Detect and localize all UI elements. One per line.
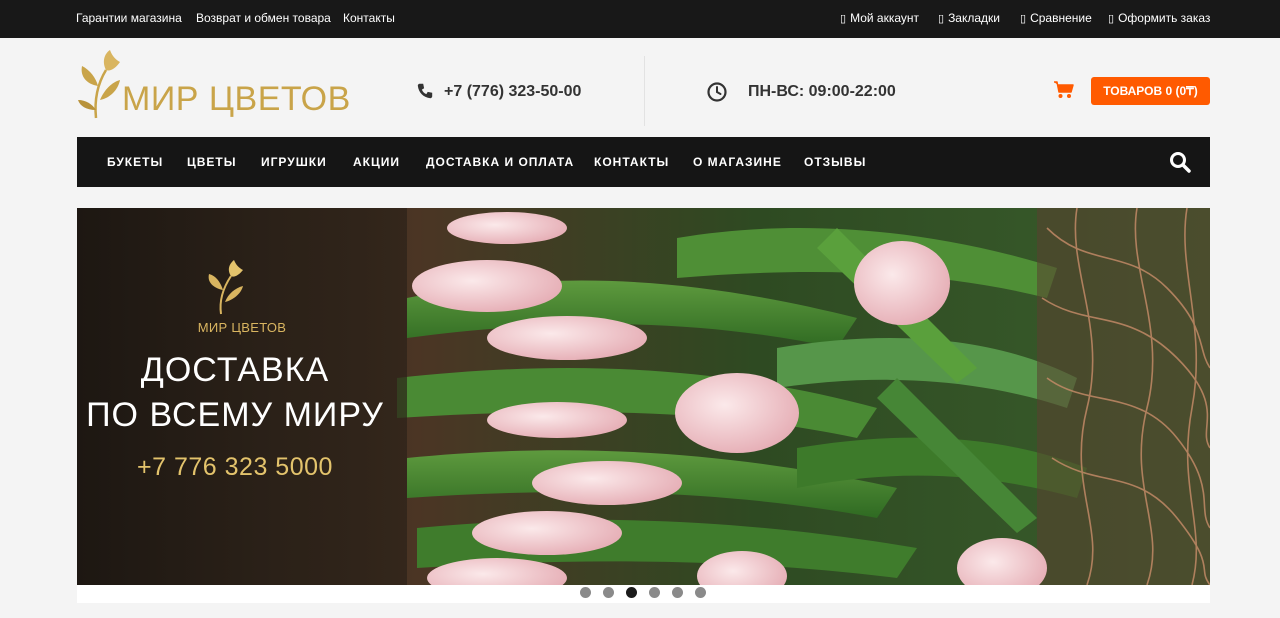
square-icon: ▯ — [1020, 13, 1027, 25]
topbar-link-checkout[interactable]: ▯ Оформить заказ — [1108, 11, 1210, 25]
slide-brand: МИР ЦВЕТОВ — [197, 320, 287, 335]
tulip-logo-icon — [208, 260, 243, 315]
cart-icon[interactable] — [1053, 80, 1075, 100]
clock-icon — [707, 82, 727, 102]
tulip-logo-icon — [78, 50, 120, 119]
slider-dot[interactable] — [695, 587, 706, 598]
nav-item-flowers[interactable]: ЦВЕТЫ — [187, 155, 237, 169]
topbar-compare-label: Сравнение — [1030, 11, 1092, 25]
topbar-link-returns[interactable]: Возврат и обмен товара — [196, 11, 331, 25]
square-icon: ▯ — [1108, 13, 1115, 25]
slider-dot[interactable] — [580, 587, 591, 598]
slide-heading-line1: ДОСТАВКА — [140, 351, 330, 389]
nav-item-contacts[interactable]: КОНТАКТЫ — [594, 155, 669, 169]
square-icon: ▯ — [840, 13, 847, 25]
site-logo[interactable]: МИР ЦВЕТОВ — [76, 48, 350, 122]
top-bar: Гарантии магазина Возврат и обмен товара… — [0, 0, 1280, 38]
phone-icon — [417, 83, 433, 99]
topbar-link-guarantee[interactable]: Гарантии магазина — [76, 11, 182, 25]
square-icon: ▯ — [938, 13, 945, 25]
slide-caption-panel: МИР ЦВЕТОВ ДОСТАВКА ПО ВСЕМУ МИРУ +7 776… — [77, 208, 407, 585]
nav-item-delivery[interactable]: ДОСТАВКА И ОПЛАТА — [426, 155, 574, 169]
header-divider — [644, 56, 645, 126]
nav-item-sales[interactable]: АКЦИИ — [353, 155, 400, 169]
nav-item-reviews[interactable]: ОТЗЫВЫ — [804, 155, 866, 169]
logo-text: МИР ЦВЕТОВ — [122, 80, 351, 118]
slider-dot[interactable] — [649, 587, 660, 598]
main-nav: БУКЕТЫ ЦВЕТЫ ИГРУШКИ АКЦИИ ДОСТАВКА И ОП… — [77, 137, 1210, 187]
topbar-link-contacts[interactable]: Контакты — [343, 11, 395, 25]
topbar-link-compare[interactable]: ▯ Сравнение — [1020, 11, 1092, 25]
working-hours: ПН-ВС: 09:00-22:00 — [748, 83, 896, 100]
nav-item-toys[interactable]: ИГРУШКИ — [261, 155, 327, 169]
slide-heading-line2: ПО ВСЕМУ МИРУ — [86, 396, 384, 434]
topbar-account-label: Мой аккаунт — [850, 11, 920, 25]
nav-item-about[interactable]: О МАГАЗИНЕ — [693, 155, 782, 169]
topbar-link-bookmarks[interactable]: ▯ Закладки — [938, 11, 1000, 25]
nav-item-bouquets[interactable]: БУКЕТЫ — [107, 155, 163, 169]
slide-phone: +7 776 323 5000 — [137, 453, 333, 481]
cart-button[interactable]: ТОВАРОВ 0 (0₸) — [1091, 77, 1210, 105]
hero-slider[interactable]: МИР ЦВЕТОВ ДОСТАВКА ПО ВСЕМУ МИРУ +7 776… — [77, 208, 1210, 585]
header-phone[interactable]: +7 (776) 323-50-00 — [444, 83, 581, 101]
search-icon[interactable] — [1169, 151, 1191, 173]
topbar-bookmarks-label: Закладки — [948, 11, 1000, 25]
slider-dot[interactable] — [626, 587, 637, 598]
topbar-checkout-label: Оформить заказ — [1118, 11, 1211, 25]
slider-pagination — [580, 587, 710, 599]
topbar-link-account[interactable]: ▯ Мой аккаунт — [840, 11, 919, 25]
slider-dot[interactable] — [672, 587, 683, 598]
slider-dot[interactable] — [603, 587, 614, 598]
